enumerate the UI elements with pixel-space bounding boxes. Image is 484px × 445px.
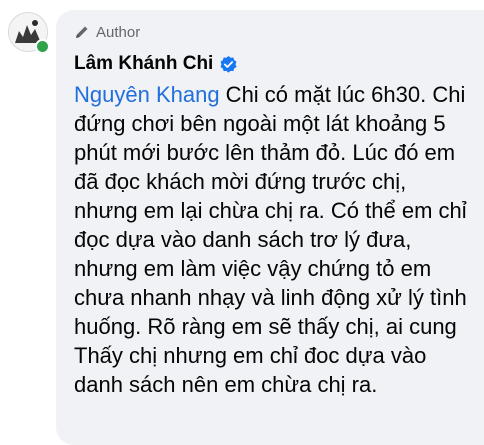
comment-bubble: Author Lâm Khánh Chi Nguyên Khang Chi có… (56, 10, 484, 445)
pen-icon (74, 24, 90, 40)
author-badge-label: Author (96, 23, 141, 41)
comment-text: Nguyên Khang Chi có mặt lúc 6h30. Chi đứ… (74, 80, 474, 399)
author-badge: Author (74, 22, 474, 42)
mention-link[interactable]: Nguyên Khang (74, 82, 220, 107)
author-row: Lâm Khánh Chi (74, 52, 474, 76)
author-name[interactable]: Lâm Khánh Chi (74, 53, 213, 75)
online-status-indicator (35, 39, 50, 54)
verified-badge-icon (219, 55, 238, 74)
comment-body: Chi có mặt lúc 6h30. Chi đứng chơi bên n… (74, 82, 467, 397)
